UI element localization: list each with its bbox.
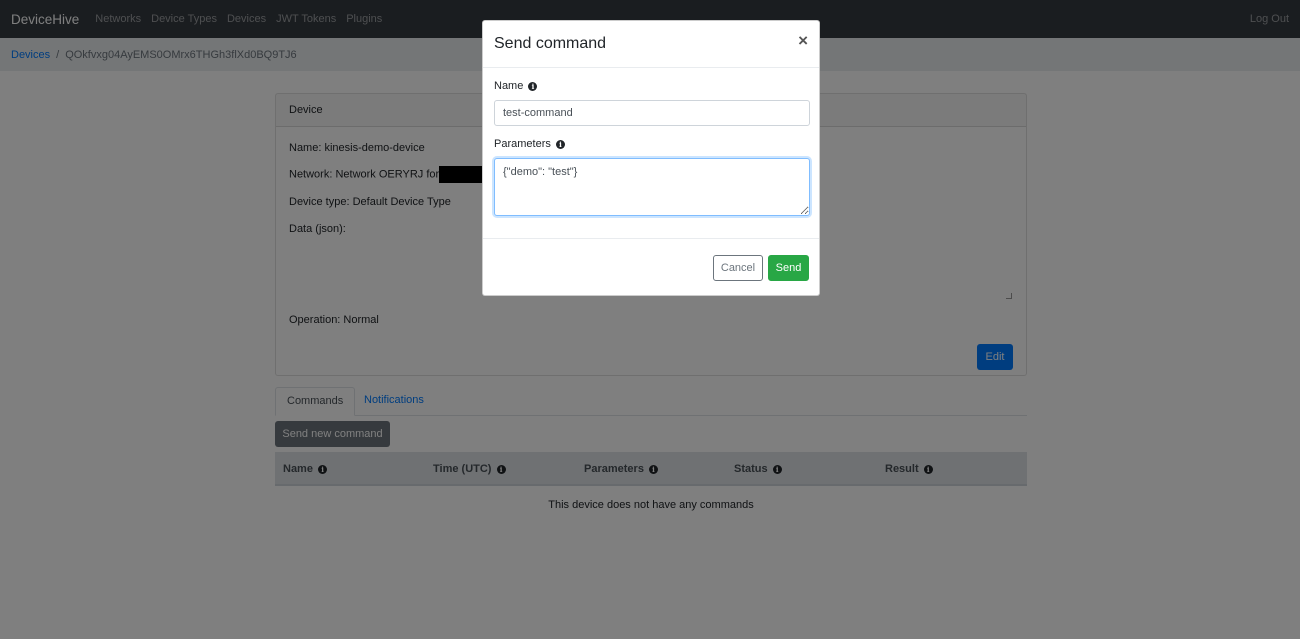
command-name-input[interactable] <box>494 100 810 126</box>
modal-footer-divider <box>483 238 819 239</box>
name-label: Name i <box>494 80 538 92</box>
send-button[interactable]: Send <box>768 255 809 281</box>
parameters-label: Parameters i <box>494 138 565 150</box>
cancel-button[interactable]: Cancel <box>713 255 763 281</box>
send-command-modal: Send command × Name i Parameters i {"dem… <box>482 20 820 296</box>
info-icon: i <box>555 139 565 149</box>
modal-title: Send command <box>494 35 607 52</box>
close-icon[interactable]: × <box>798 31 808 51</box>
info-icon: i <box>528 81 538 91</box>
modal-header: Send command × <box>483 21 819 68</box>
command-parameters-textarea[interactable]: {"demo": "test"} <box>494 158 810 216</box>
